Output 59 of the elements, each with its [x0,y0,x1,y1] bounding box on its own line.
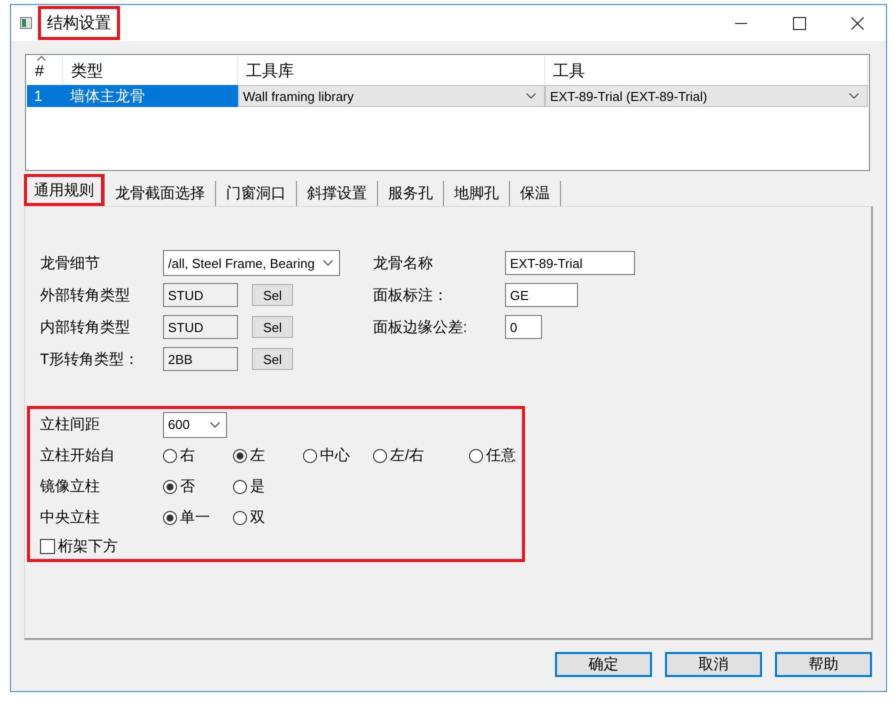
chevron-down-icon [526,93,536,99]
radio-option[interactable]: 是 [233,477,265,496]
radio-option[interactable]: 右 [163,446,195,465]
field-label: 外部转角类型 [40,286,130,304]
text-field[interactable]: EXT-89-Trial [505,251,635,275]
field-label: 内部转角类型 [40,318,130,336]
field-label: 镜像立柱 [40,477,100,496]
chevron-down-icon [323,260,333,266]
radio-option[interactable]: 单一 [163,508,210,527]
field-label: 立柱开始自 [40,446,115,465]
checkbox-icon[interactable] [40,538,55,554]
field-label: 中央立柱 [40,508,100,527]
radio-option[interactable]: 任意 [469,446,516,465]
chevron-down-icon [849,93,859,99]
field-label: T形转角类型： [40,350,140,368]
radio-option[interactable]: 中心 [303,446,350,465]
field-label: 龙骨名称 [373,254,433,272]
select-button[interactable]: Sel [252,316,293,338]
dialog-button[interactable]: 帮助 [775,652,872,677]
close-icon [850,16,864,30]
radio-icon[interactable] [373,448,387,462]
radio-option[interactable]: 否 [163,477,195,496]
select-button[interactable]: Sel [252,284,293,306]
radio-icon[interactable] [233,510,247,524]
radio-option[interactable]: 双 [233,508,265,527]
radio-icon[interactable] [163,510,177,524]
text-field[interactable]: STUD [163,315,238,339]
table-cell: 1 [27,85,63,107]
radio-icon[interactable] [469,448,483,462]
dropdown[interactable]: /all, Steel Frame, Bearing [163,250,340,276]
field-label: 面板边缘公差: [373,318,468,336]
maximize-icon [792,16,806,30]
dialog-button[interactable]: 取消 [665,652,762,677]
tab[interactable]: 通用规则 [24,173,105,206]
select-button[interactable]: Sel [252,348,293,370]
field-label: 龙骨细节 [40,254,100,272]
text-field[interactable]: STUD [163,283,238,307]
text-field[interactable]: 0 [505,315,542,339]
radio-option[interactable]: 左 [233,446,265,465]
radio-icon[interactable] [303,448,317,462]
checkbox-option[interactable]: 桁架下方 [40,533,118,559]
field-label: 立柱间距 [40,415,100,434]
radio-icon[interactable] [163,448,177,462]
radio-icon[interactable] [163,480,177,494]
dropdown-cell[interactable]: Wall framing library [238,85,545,107]
minimize-icon [735,22,747,24]
radio-icon[interactable] [233,448,247,462]
radio-option[interactable]: 左/右 [373,446,424,465]
chevron-down-icon [210,422,220,428]
table-cell: 墙体主龙骨 [63,85,238,107]
field-label: 面板标注： [373,286,448,304]
radio-icon[interactable] [233,480,247,494]
window-title: 结构设置 [38,6,120,40]
dropdown[interactable]: 600 [163,412,227,438]
dropdown-cell[interactable]: EXT-89-Trial (EXT-89-Trial) [545,85,868,107]
text-field[interactable]: 2BB [163,347,238,371]
dialog-button[interactable]: 确定 [555,652,652,677]
window-icon [20,17,32,29]
text-field[interactable]: GE [505,283,578,307]
